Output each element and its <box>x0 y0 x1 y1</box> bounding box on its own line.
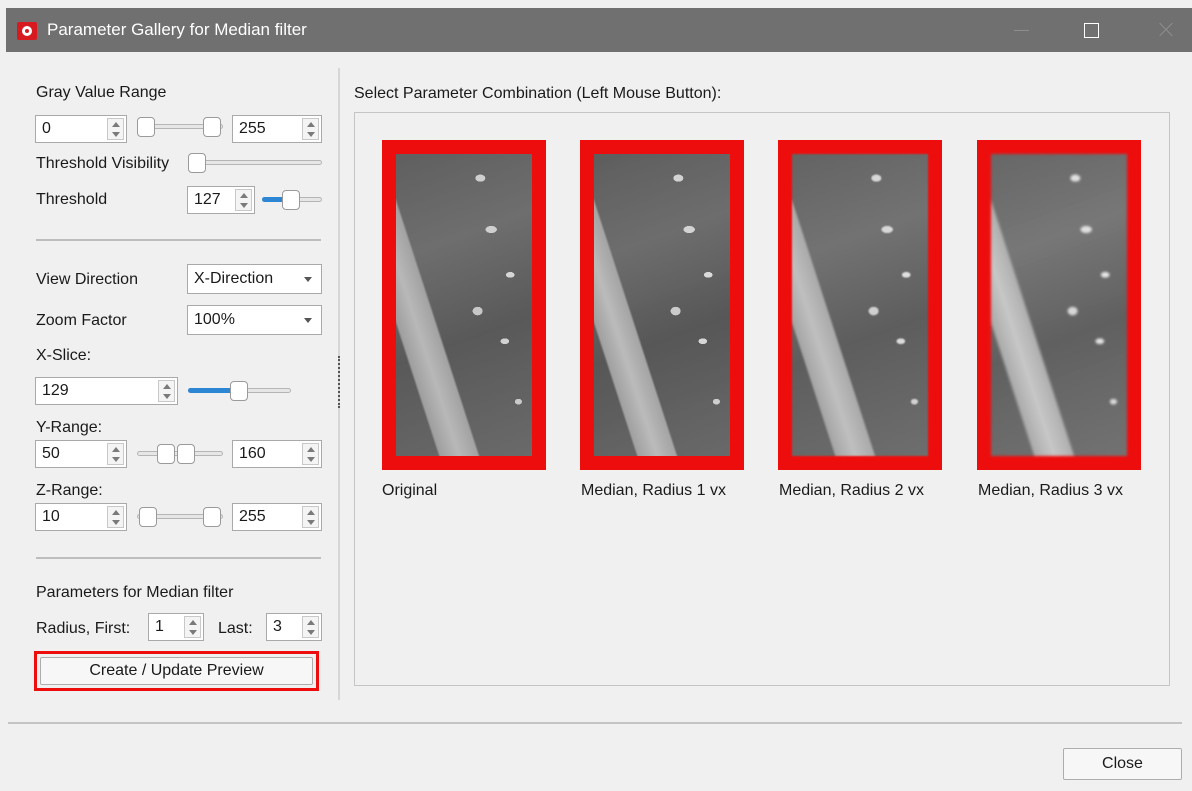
range-min-handle[interactable] <box>137 117 155 137</box>
divider <box>36 239 321 241</box>
threshold-visibility-slider[interactable] <box>188 153 322 173</box>
ct-slice-image <box>396 154 532 456</box>
range-max-handle[interactable] <box>177 444 195 464</box>
spin-arrows-icon[interactable] <box>107 506 124 528</box>
z-min-spinbox[interactable]: 10 <box>35 503 127 531</box>
x-slice-slider[interactable] <box>188 381 291 401</box>
thumbnail-radius-3[interactable] <box>977 140 1141 470</box>
slider-handle[interactable] <box>230 381 248 401</box>
view-direction-dropdown[interactable]: X-Direction <box>187 264 322 294</box>
close-icon[interactable] <box>1154 18 1178 42</box>
splitter-grip-icon[interactable] <box>338 356 340 408</box>
ct-slice-image <box>792 154 928 456</box>
x-slice-value: 129 <box>42 382 69 399</box>
thumbnail-radius-1[interactable] <box>580 140 744 470</box>
y-min-spinbox[interactable]: 50 <box>35 440 127 468</box>
radius-last-spinbox[interactable]: 3 <box>266 613 322 641</box>
divider <box>36 557 321 559</box>
range-min-handle[interactable] <box>139 507 157 527</box>
view-direction-value: X-Direction <box>194 270 274 287</box>
threshold-spinbox[interactable]: 127 <box>187 186 255 214</box>
slider-handle[interactable] <box>188 153 206 173</box>
radius-first-label: Radius, First: <box>36 620 131 637</box>
threshold-visibility-label: Threshold Visibility <box>36 155 170 172</box>
zoom-factor-value: 100% <box>194 311 235 328</box>
zoom-factor-label: Zoom Factor <box>36 312 127 329</box>
z-range-label: Z-Range: <box>36 482 103 499</box>
range-max-handle[interactable] <box>203 507 221 527</box>
z-max-spinbox[interactable]: 255 <box>232 503 322 531</box>
radius-first-value: 1 <box>155 618 164 635</box>
spin-arrows-icon[interactable] <box>302 506 319 528</box>
slider-handle[interactable] <box>282 190 300 210</box>
window-title: Parameter Gallery for Median filter <box>47 20 307 39</box>
z-max-value: 255 <box>239 508 266 525</box>
minimize-icon[interactable] <box>1010 18 1034 42</box>
create-update-preview-button[interactable]: Create / Update Preview <box>40 657 313 685</box>
gray-min-spinbox[interactable]: 0 <box>35 115 127 143</box>
spin-arrows-icon[interactable] <box>107 443 124 465</box>
zoom-factor-dropdown[interactable]: 100% <box>187 305 322 335</box>
thumbnail-caption: Original <box>382 482 438 499</box>
x-slice-spinbox[interactable]: 129 <box>35 377 178 405</box>
spin-arrows-icon[interactable] <box>235 189 252 211</box>
close-button[interactable]: Close <box>1063 748 1182 780</box>
y-range-slider[interactable] <box>137 444 223 464</box>
spin-arrows-icon[interactable] <box>302 616 319 638</box>
radius-last-label: Last: <box>218 620 253 637</box>
footer-divider <box>8 722 1182 724</box>
range-max-handle[interactable] <box>203 117 221 137</box>
app-logo-icon <box>17 22 37 40</box>
radius-first-spinbox[interactable]: 1 <box>148 613 204 641</box>
chevron-down-icon <box>304 318 312 323</box>
x-slice-label: X-Slice: <box>36 347 92 364</box>
threshold-label: Threshold <box>36 191 108 208</box>
view-direction-label: View Direction <box>36 271 138 288</box>
thumbnail-caption: Median, Radius 2 vx <box>779 482 924 499</box>
thumbnail-caption: Median, Radius 3 vx <box>978 482 1123 499</box>
y-max-value: 160 <box>239 445 266 462</box>
chevron-down-icon <box>304 277 312 282</box>
gallery-heading: Select Parameter Combination (Left Mouse… <box>354 85 722 102</box>
title-bar: Parameter Gallery for Median filter <box>6 8 1192 52</box>
thumbnail-radius-2[interactable] <box>778 140 942 470</box>
radius-last-value: 3 <box>273 618 282 635</box>
params-title: Parameters for Median filter <box>36 584 234 601</box>
gray-range-slider[interactable] <box>137 117 223 137</box>
spin-arrows-icon[interactable] <box>158 380 175 402</box>
y-max-spinbox[interactable]: 160 <box>232 440 322 468</box>
z-range-slider[interactable] <box>137 507 223 527</box>
y-min-value: 50 <box>42 445 60 462</box>
range-min-handle[interactable] <box>157 444 175 464</box>
spin-arrows-icon[interactable] <box>107 118 124 140</box>
thumbnail-original[interactable] <box>382 140 546 470</box>
gray-max-value: 255 <box>239 120 266 137</box>
spin-arrows-icon[interactable] <box>184 616 201 638</box>
y-range-label: Y-Range: <box>36 419 103 436</box>
threshold-value: 127 <box>194 191 221 208</box>
ct-slice-image <box>991 154 1127 456</box>
gray-value-range-label: Gray Value Range <box>36 84 167 101</box>
gray-max-spinbox[interactable]: 255 <box>232 115 322 143</box>
z-min-value: 10 <box>42 508 60 525</box>
spin-arrows-icon[interactable] <box>302 118 319 140</box>
maximize-icon[interactable] <box>1079 18 1103 42</box>
ct-slice-image <box>594 154 730 456</box>
threshold-slider[interactable] <box>262 190 322 210</box>
thumbnail-caption: Median, Radius 1 vx <box>581 482 726 499</box>
gray-min-value: 0 <box>42 120 51 137</box>
spin-arrows-icon[interactable] <box>302 443 319 465</box>
